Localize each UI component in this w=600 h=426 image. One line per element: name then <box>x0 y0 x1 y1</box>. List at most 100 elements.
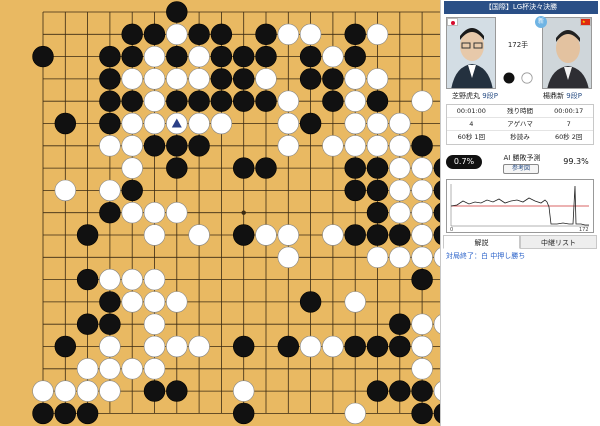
black-stone <box>99 112 121 135</box>
white-captures: 7 <box>566 120 571 128</box>
game-info-table: 00:01:00 残り時間 00:00:17 4 アゲハマ 7 60秒 1回 秒… <box>446 104 594 145</box>
panel-tabs: 解説 中継リスト <box>443 235 597 249</box>
white-stone <box>389 157 411 179</box>
black-stone <box>166 157 188 179</box>
tab-broadcast-list[interactable]: 中継リスト <box>520 235 597 249</box>
black-stone <box>210 45 233 68</box>
white-stone <box>277 224 299 246</box>
black-stone <box>210 90 233 112</box>
white-stone <box>255 68 277 90</box>
white-stone <box>366 135 389 157</box>
reference-diagram-button[interactable]: 参考図 <box>503 164 539 174</box>
black-stone <box>411 380 433 402</box>
black-stone <box>99 202 121 224</box>
white-stone <box>121 68 143 90</box>
black-stone <box>322 90 344 112</box>
byoyomi-label: 秒読み <box>510 133 530 141</box>
black-stone <box>344 45 366 68</box>
black-stone <box>299 45 322 68</box>
white-stone <box>188 112 210 135</box>
black-stone <box>322 68 344 90</box>
black-stone <box>76 224 99 246</box>
black-stone <box>121 90 143 112</box>
black-stone <box>344 179 366 202</box>
black-stone <box>99 313 121 335</box>
black-stone <box>366 157 389 179</box>
black-player-rank: 9段P <box>482 92 498 100</box>
black-stone <box>121 45 143 68</box>
white-stone <box>143 45 166 68</box>
white-stone <box>322 335 344 358</box>
white-stone <box>76 380 99 402</box>
white-stone <box>99 179 121 202</box>
go-board[interactable] <box>0 0 440 426</box>
white-stone <box>411 224 433 246</box>
time-left-label: 残り時間 <box>507 107 533 115</box>
white-stone <box>411 202 433 224</box>
new-badge-icon: 新 <box>535 16 547 28</box>
white-stone <box>99 135 121 157</box>
ai-prediction: 0.7% AI 勝敗予測 参考図 99.3% <box>446 153 594 175</box>
white-stone <box>255 224 277 246</box>
black-stone <box>99 45 121 68</box>
white-stone <box>188 45 210 68</box>
black-stone <box>143 23 166 45</box>
black-stone <box>76 268 99 291</box>
black-stone <box>411 268 433 291</box>
black-stone <box>54 112 77 135</box>
white-stone <box>322 135 344 157</box>
white-player-rank: 9段P <box>566 92 582 100</box>
win-rate-line <box>450 185 589 226</box>
black-stone <box>233 402 255 425</box>
black-stone <box>411 135 433 157</box>
white-stone <box>411 157 433 179</box>
ai-prediction-label: AI 勝敗予測 <box>503 154 541 162</box>
black-stone <box>233 90 255 112</box>
white-stone <box>54 380 77 402</box>
graph-axis-end: 172 <box>579 227 589 232</box>
black-stone <box>344 157 366 179</box>
black-stone <box>366 90 389 112</box>
black-stone <box>366 202 389 224</box>
white-time-left: 00:00:17 <box>554 107 584 115</box>
white-stone <box>411 313 433 335</box>
white-stone <box>121 291 143 313</box>
match-title: 【国際】LG杯決々決勝 <box>444 1 598 14</box>
white-stone <box>188 68 210 90</box>
white-stone <box>121 202 143 224</box>
go-board-grid[interactable] <box>0 0 440 426</box>
black-byoyomi: 60秒 1回 <box>457 133 486 141</box>
black-stone <box>166 45 188 68</box>
white-stone <box>121 268 143 291</box>
white-stone <box>366 23 389 45</box>
white-stone <box>188 224 210 246</box>
white-stone <box>322 224 344 246</box>
black-stone <box>389 224 411 246</box>
black-stone <box>76 313 99 335</box>
white-stone <box>143 68 166 90</box>
black-stone <box>255 23 277 45</box>
white-player-name: 楊鼎新 9段P <box>543 91 582 101</box>
black-stone <box>344 335 366 358</box>
white-stone <box>344 135 366 157</box>
white-stone <box>299 23 322 45</box>
white-stone <box>277 246 299 268</box>
black-stone <box>99 291 121 313</box>
white-stone <box>366 246 389 268</box>
black-stone <box>366 224 389 246</box>
black-captures: 4 <box>469 120 474 128</box>
tab-commentary[interactable]: 解説 <box>443 235 520 249</box>
white-stone <box>344 402 366 425</box>
white-stone <box>121 358 143 380</box>
white-stone <box>99 335 121 358</box>
white-stone <box>277 90 299 112</box>
white-stone <box>143 358 166 380</box>
white-stone <box>143 112 166 135</box>
white-stone <box>411 246 433 268</box>
white-stone <box>344 291 366 313</box>
app-root: 【国際】LG杯決々決勝 ★ 新 172手 芝野虎丸 9段P 楊鼎新 9段P 00… <box>0 0 600 426</box>
byoyomi-row: 60秒 1回 秒読み 60秒 2回 <box>447 131 593 144</box>
player-avatar-icon <box>447 18 495 88</box>
black-stone <box>389 380 411 402</box>
white-stone <box>389 246 411 268</box>
